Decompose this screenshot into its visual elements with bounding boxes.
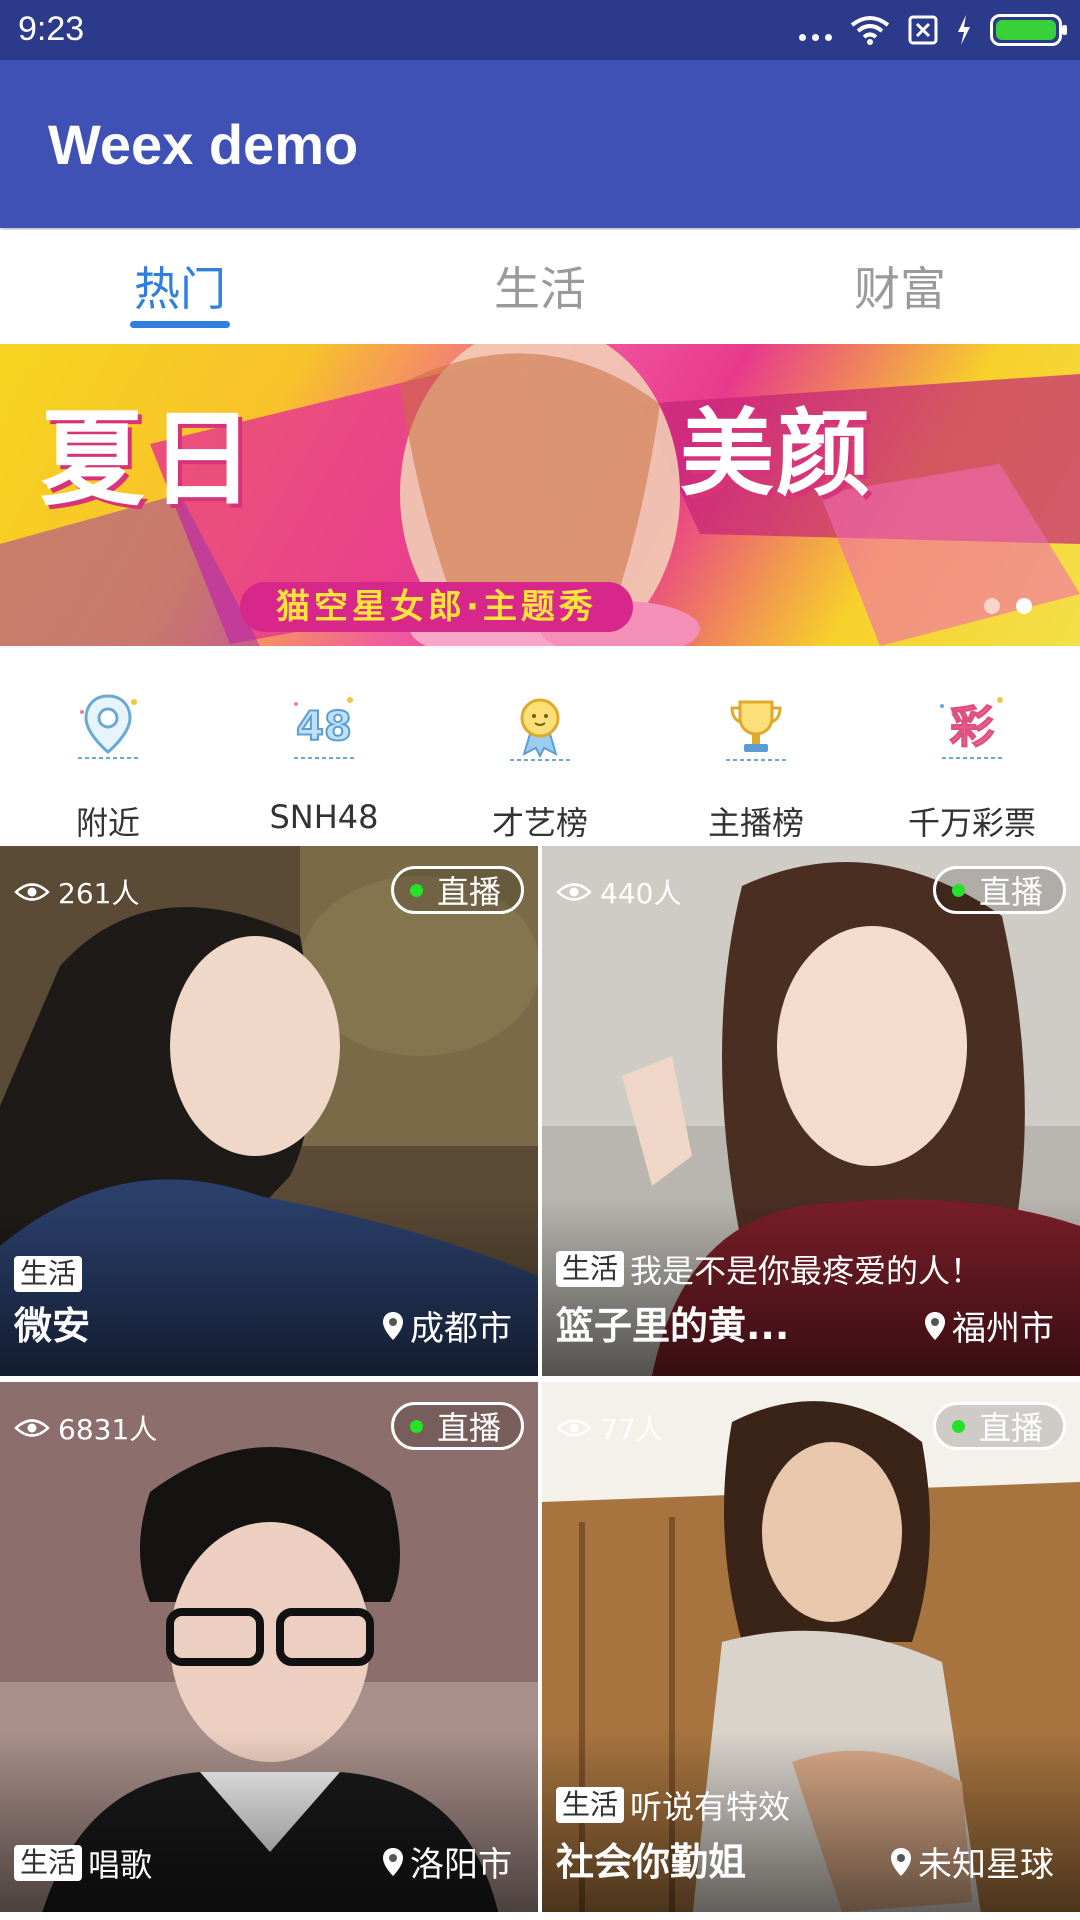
banner-title-right: 美颜 bbox=[680, 400, 873, 509]
live-dot-icon bbox=[409, 883, 423, 897]
viewer-count: 6831人 bbox=[14, 1408, 157, 1448]
wifi-icon bbox=[850, 16, 890, 45]
host-location: 福州市 bbox=[924, 1301, 1054, 1350]
no-sim-icon bbox=[908, 15, 938, 45]
battery-icon bbox=[990, 14, 1067, 46]
tab-wealth[interactable]: 财富 bbox=[720, 230, 1080, 342]
live-room-card[interactable]: 261人 直播 生活 微安 成都市 bbox=[0, 846, 538, 1376]
host-name: 社会你勤姐 bbox=[556, 1840, 747, 1884]
live-room-grid: 261人 直播 生活 微安 成都市 440人 直播 生活 我是不是你最疼爱的人！… bbox=[0, 846, 1080, 1920]
card-tagline: 生活 我是不是你最疼爱的人！ bbox=[556, 1246, 982, 1292]
tab-life[interactable]: 生活 bbox=[360, 230, 720, 342]
location-pin-icon bbox=[78, 694, 138, 759]
category-label: 才艺榜 bbox=[491, 804, 588, 842]
location-pin-icon bbox=[383, 1311, 403, 1340]
live-dot-icon bbox=[951, 883, 965, 897]
medal-icon bbox=[510, 698, 570, 761]
live-badge-label: 直播 bbox=[436, 873, 501, 911]
live-badge-label: 直播 bbox=[978, 1409, 1043, 1447]
status-time: 9:23 bbox=[18, 10, 85, 48]
live-dot-icon bbox=[409, 1419, 423, 1433]
banner-pager bbox=[984, 598, 1032, 614]
category-host-rank[interactable]: 主播榜 bbox=[648, 648, 864, 844]
viewer-count: 77人 bbox=[556, 1408, 664, 1448]
category-label: 千万彩票 bbox=[907, 804, 1036, 842]
status-bar: 9:23 bbox=[0, 0, 1080, 60]
card-tagline: 生活 听说有特效 bbox=[556, 1782, 790, 1828]
svg-text:彩: 彩 bbox=[950, 702, 994, 753]
category-label: SNH48 bbox=[269, 798, 379, 836]
category-snh48[interactable]: 48 SNH48 bbox=[216, 648, 432, 844]
viewer-count-label: 6831人 bbox=[58, 1413, 158, 1446]
location-pin-icon bbox=[925, 1311, 945, 1340]
live-badge: 直播 bbox=[932, 1402, 1066, 1450]
category-tag: 生活 bbox=[14, 1845, 83, 1881]
location-label: 未知星球 bbox=[918, 1845, 1054, 1885]
live-dot-icon bbox=[951, 1419, 965, 1433]
category-tag: 生活 bbox=[14, 1256, 83, 1292]
eye-icon bbox=[14, 1419, 50, 1437]
eye-icon bbox=[556, 883, 592, 901]
tab-hot[interactable]: 热门 bbox=[0, 230, 360, 342]
location-pin-icon bbox=[891, 1847, 911, 1876]
live-room-card[interactable]: 440人 直播 生活 我是不是你最疼爱的人！ 篮子里的黄... 福州市 bbox=[542, 846, 1080, 1376]
more-dots-icon bbox=[799, 15, 832, 45]
host-name: 微安 bbox=[14, 1304, 91, 1348]
viewer-count-label: 261人 bbox=[58, 877, 140, 910]
snh48-icon: 48 bbox=[294, 697, 354, 759]
lottery-icon: 彩 bbox=[940, 697, 1003, 759]
host-location: 洛阳市 bbox=[382, 1837, 512, 1886]
promo-banner[interactable]: 夏日 美颜 猫空星女郎·主题秀 bbox=[0, 344, 1080, 646]
banner-subtitle: 猫空星女郎·主题秀 bbox=[240, 582, 633, 632]
live-badge: 直播 bbox=[390, 1402, 524, 1450]
card-caption: 我是不是你最疼爱的人！ bbox=[630, 1252, 983, 1290]
eye-icon bbox=[14, 883, 50, 901]
tab-bar: 热门 生活 财富 bbox=[0, 230, 1080, 342]
live-badge-label: 直播 bbox=[436, 1409, 501, 1447]
live-room-card[interactable]: 6831人 直播 生活 唱歌 洛阳市 bbox=[0, 1382, 538, 1912]
location-label: 成都市 bbox=[410, 1309, 512, 1349]
viewer-count-label: 440人 bbox=[600, 877, 682, 910]
eye-icon bbox=[556, 1419, 592, 1437]
location-pin-icon bbox=[383, 1847, 403, 1876]
status-icons bbox=[799, 12, 1067, 48]
trophy-icon bbox=[726, 700, 786, 761]
card-tagline: 生活 bbox=[14, 1256, 83, 1292]
category-talent-rank[interactable]: 才艺榜 bbox=[432, 648, 648, 844]
category-tag: 生活 bbox=[556, 1787, 625, 1823]
charging-icon bbox=[958, 15, 970, 45]
category-label: 主播榜 bbox=[707, 804, 804, 842]
location-label: 福州市 bbox=[952, 1309, 1054, 1349]
category-row: 附近 48 SNH48 才艺榜 主播榜 彩 千万彩票 bbox=[0, 648, 1080, 844]
card-caption: 唱歌 bbox=[88, 1846, 153, 1884]
viewer-count-label: 77人 bbox=[600, 1413, 664, 1446]
live-badge-label: 直播 bbox=[978, 873, 1043, 911]
app-bar: Weex demo bbox=[0, 60, 1080, 228]
viewer-count: 440人 bbox=[556, 872, 681, 912]
live-badge: 直播 bbox=[932, 866, 1066, 914]
category-tag: 生活 bbox=[556, 1251, 625, 1287]
svg-text:48: 48 bbox=[296, 704, 352, 750]
category-nearby[interactable]: 附近 bbox=[0, 648, 216, 844]
card-tagline: 生活 唱歌 bbox=[14, 1840, 152, 1886]
host-location: 未知星球 bbox=[890, 1837, 1054, 1886]
card-caption: 听说有特效 bbox=[630, 1788, 791, 1826]
pager-dot-active bbox=[1016, 598, 1032, 614]
category-label: 附近 bbox=[75, 804, 140, 842]
location-label: 洛阳市 bbox=[410, 1845, 512, 1885]
category-lottery[interactable]: 彩 千万彩票 bbox=[864, 648, 1080, 844]
viewer-count: 261人 bbox=[14, 872, 139, 912]
banner-title-left: 夏日 bbox=[40, 398, 261, 520]
live-room-card[interactable]: 77人 直播 生活 听说有特效 社会你勤姐 未知星球 bbox=[542, 1382, 1080, 1912]
host-name: 篮子里的黄... bbox=[556, 1304, 790, 1348]
app-title: Weex demo bbox=[48, 113, 359, 176]
host-location: 成都市 bbox=[382, 1301, 512, 1350]
live-badge: 直播 bbox=[390, 866, 524, 914]
pager-dot bbox=[984, 598, 1000, 614]
